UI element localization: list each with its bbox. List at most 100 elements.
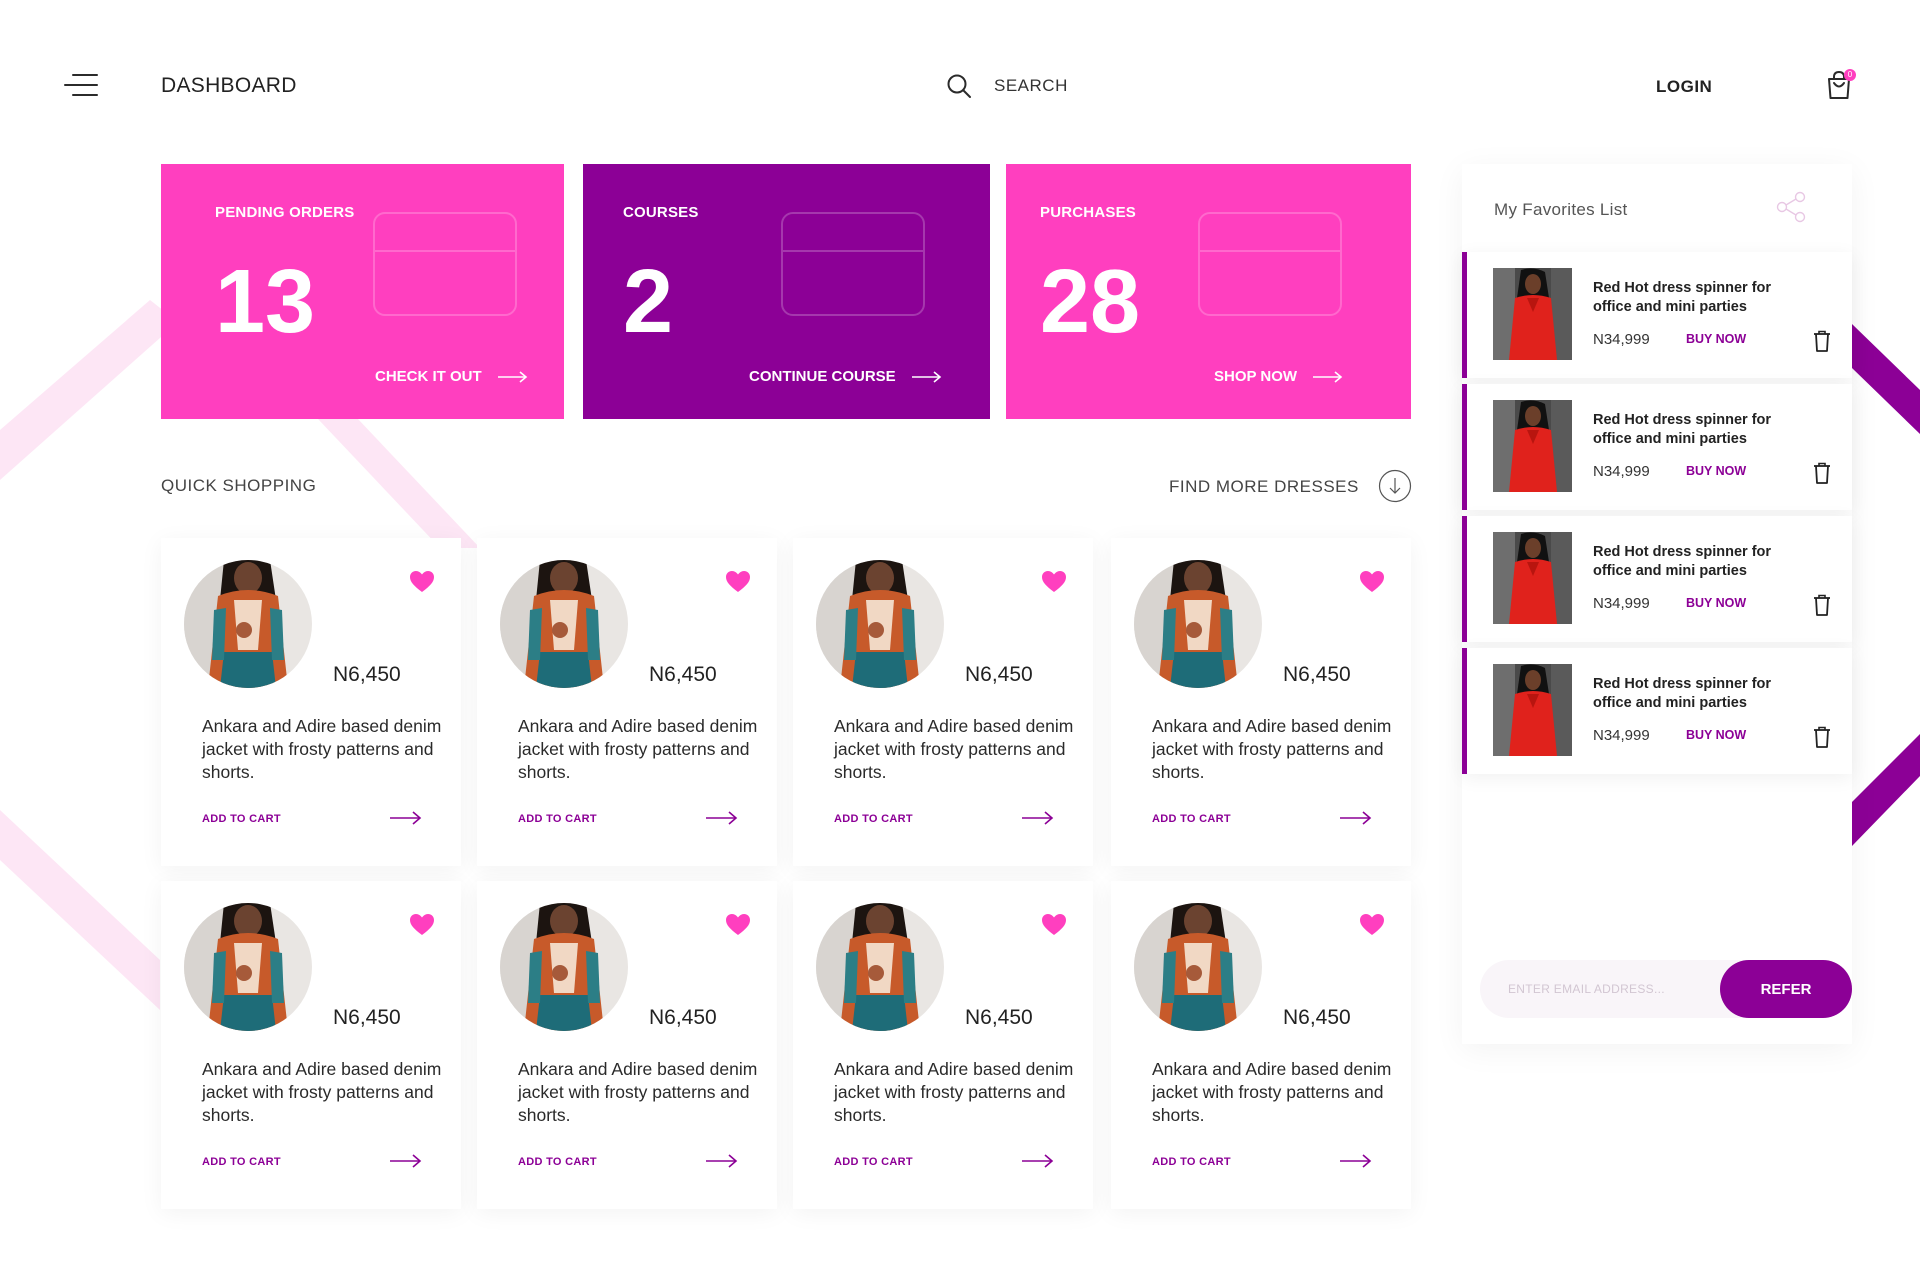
cart-button[interactable]: 0 xyxy=(1824,68,1858,102)
favorite-item[interactable]: Red Hot dress spinner for office and min… xyxy=(1462,648,1852,774)
find-more-dresses-link[interactable]: FIND MORE DRESSES xyxy=(1169,477,1359,497)
arrow-right-icon[interactable] xyxy=(1340,811,1372,825)
heart-icon[interactable] xyxy=(1359,570,1385,594)
buy-now-button[interactable]: BUY NOW xyxy=(1686,332,1746,346)
stat-value: 2 xyxy=(623,252,674,352)
share-icon[interactable] xyxy=(1774,190,1808,224)
favorite-item[interactable]: Red Hot dress spinner for office and min… xyxy=(1462,252,1852,378)
product-price: N6,450 xyxy=(965,663,1033,686)
cta-label: SHOP NOW xyxy=(1214,368,1298,385)
page-title: DASHBOARD xyxy=(161,74,297,97)
arrow-right-icon[interactable] xyxy=(1022,1154,1054,1168)
buy-now-button[interactable]: BUY NOW xyxy=(1686,464,1746,478)
arrow-right-icon[interactable] xyxy=(390,1154,422,1168)
product-photo xyxy=(816,903,944,1031)
product-card[interactable]: N6,450 Ankara and Adire based denim jack… xyxy=(161,538,461,866)
arrow-right-icon xyxy=(911,370,941,383)
arrow-right-icon[interactable] xyxy=(706,811,738,825)
trash-icon[interactable] xyxy=(1812,594,1832,616)
product-card[interactable]: N6,450 Ankara and Adire based denim jack… xyxy=(477,881,777,1209)
add-to-cart-button[interactable]: ADD TO CART xyxy=(202,1156,281,1168)
arrow-down-circle-icon[interactable] xyxy=(1378,469,1412,503)
trash-icon[interactable] xyxy=(1812,726,1832,748)
favorite-price: N34,999 xyxy=(1593,595,1650,612)
product-price: N6,450 xyxy=(649,1006,717,1029)
heart-icon[interactable] xyxy=(1041,913,1067,937)
add-to-cart-button[interactable]: ADD TO CART xyxy=(1152,1156,1231,1168)
product-description: Ankara and Adire based denim jacket with… xyxy=(1152,1059,1392,1125)
cta-label: CHECK IT OUT xyxy=(375,368,482,385)
favorite-item[interactable]: Red Hot dress spinner for office and min… xyxy=(1462,516,1852,642)
product-price: N6,450 xyxy=(1283,1006,1351,1029)
favorite-name: Red Hot dress spinner for office and min… xyxy=(1593,676,1772,711)
buy-now-button[interactable]: BUY NOW xyxy=(1686,728,1746,742)
product-photo xyxy=(816,560,944,688)
add-to-cart-button[interactable]: ADD TO CART xyxy=(202,813,281,825)
product-card[interactable]: N6,450 Ankara and Adire based denim jack… xyxy=(793,881,1093,1209)
stat-label: COURSES xyxy=(623,204,699,221)
refer-email-input[interactable] xyxy=(1508,978,1688,1000)
login-button[interactable]: LOGIN xyxy=(1656,77,1712,97)
product-description: Ankara and Adire based denim jacket with… xyxy=(518,1059,758,1125)
arrow-right-icon[interactable] xyxy=(1022,811,1054,825)
product-card[interactable]: N6,450 Ankara and Adire based denim jack… xyxy=(161,881,461,1209)
section-title-quick-shopping: QUICK SHOPPING xyxy=(161,476,317,495)
heart-icon[interactable] xyxy=(1359,913,1385,937)
add-to-cart-button[interactable]: ADD TO CART xyxy=(1152,813,1231,825)
search-icon xyxy=(947,74,971,98)
product-price: N6,450 xyxy=(965,1006,1033,1029)
arrow-right-icon[interactable] xyxy=(390,811,422,825)
product-card[interactable]: N6,450 Ankara and Adire based denim jack… xyxy=(1111,881,1411,1209)
search-bar[interactable]: SEARCH xyxy=(946,70,1206,102)
buy-now-button[interactable]: BUY NOW xyxy=(1686,596,1746,610)
check-it-out-link[interactable]: CHECK IT OUT xyxy=(375,368,528,385)
arrow-right-icon[interactable] xyxy=(1340,1154,1372,1168)
add-to-cart-button[interactable]: ADD TO CART xyxy=(834,813,913,825)
product-description: Ankara and Adire based denim jacket with… xyxy=(1152,716,1392,782)
product-photo xyxy=(500,560,628,688)
refer-form: REFER xyxy=(1480,960,1852,1018)
product-price: N6,450 xyxy=(649,663,717,686)
product-price: N6,450 xyxy=(333,1006,401,1029)
search-label: SEARCH xyxy=(994,76,1068,95)
product-card[interactable]: N6,450 Ankara and Adire based denim jack… xyxy=(477,538,777,866)
add-to-cart-button[interactable]: ADD TO CART xyxy=(834,1156,913,1168)
arrow-right-icon[interactable] xyxy=(706,1154,738,1168)
heart-icon[interactable] xyxy=(409,570,435,594)
add-to-cart-button[interactable]: ADD TO CART xyxy=(518,1156,597,1168)
continue-course-link[interactable]: CONTINUE COURSE xyxy=(749,368,942,385)
heart-icon[interactable] xyxy=(725,913,751,937)
heart-icon[interactable] xyxy=(725,570,751,594)
favorite-name: Red Hot dress spinner for office and min… xyxy=(1593,544,1772,579)
heart-icon[interactable] xyxy=(409,913,435,937)
product-price: N6,450 xyxy=(1283,663,1351,686)
menu-icon[interactable] xyxy=(64,72,98,98)
refer-button[interactable]: REFER xyxy=(1720,960,1852,1018)
favorites-title: My Favorites List xyxy=(1494,200,1628,219)
product-card[interactable]: N6,450 Ankara and Adire based denim jack… xyxy=(1111,538,1411,866)
favorite-name: Red Hot dress spinner for office and min… xyxy=(1593,412,1772,447)
stat-card-pending-orders: PENDING ORDERS 13 CHECK IT OUT xyxy=(161,164,564,419)
add-to-cart-button[interactable]: ADD TO CART xyxy=(518,813,597,825)
product-card[interactable]: N6,450 Ankara and Adire based denim jack… xyxy=(793,538,1093,866)
card-outline-icon xyxy=(781,212,925,316)
stat-value: 13 xyxy=(215,252,316,352)
product-photo xyxy=(1134,560,1262,688)
product-description: Ankara and Adire based denim jacket with… xyxy=(202,716,442,782)
cta-label: CONTINUE COURSE xyxy=(749,368,896,385)
card-outline-icon xyxy=(1198,212,1342,316)
product-description: Ankara and Adire based denim jacket with… xyxy=(834,1059,1074,1125)
favorite-price: N34,999 xyxy=(1593,727,1650,744)
favorite-item[interactable]: Red Hot dress spinner for office and min… xyxy=(1462,384,1852,510)
arrow-right-icon xyxy=(1313,370,1343,383)
product-photo xyxy=(500,903,628,1031)
shop-now-link[interactable]: SHOP NOW xyxy=(1214,368,1343,385)
product-photo xyxy=(184,903,312,1031)
heart-icon[interactable] xyxy=(1041,570,1067,594)
favorite-price: N34,999 xyxy=(1593,463,1650,480)
trash-icon[interactable] xyxy=(1812,462,1832,484)
cart-count-badge: 0 xyxy=(1844,69,1856,81)
trash-icon[interactable] xyxy=(1812,330,1832,352)
stat-card-courses: COURSES 2 CONTINUE COURSE xyxy=(583,164,990,419)
favorite-photo xyxy=(1493,268,1572,360)
